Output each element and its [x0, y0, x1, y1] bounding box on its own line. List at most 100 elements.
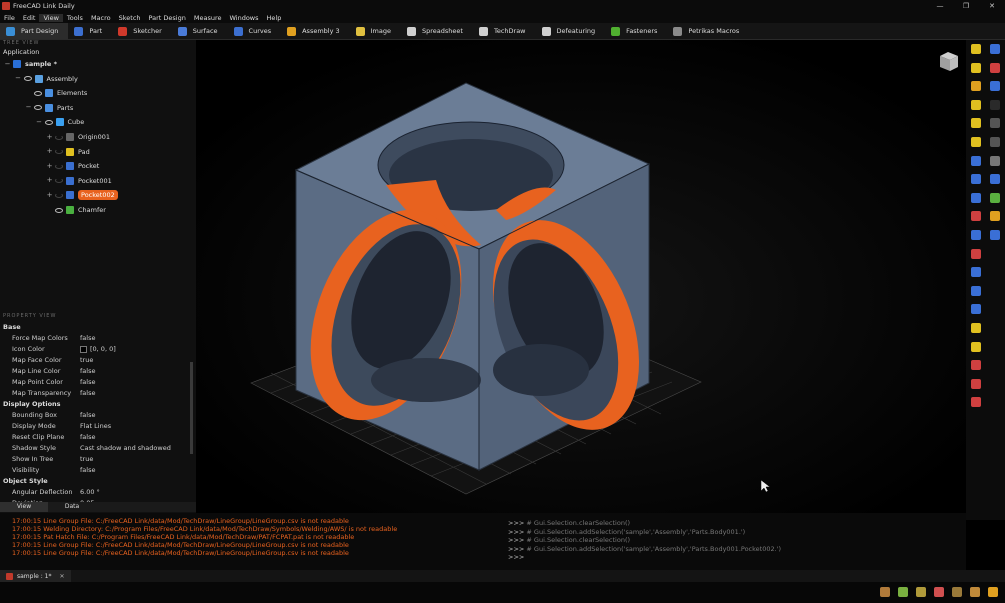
python-console[interactable]: >>> # Gui.Selection.clearSelection() >>> …	[500, 513, 966, 570]
expand-icon[interactable]: +	[46, 191, 53, 199]
toolbar-tool-icon[interactable]	[971, 341, 981, 352]
toolbar-tool-icon[interactable]	[971, 137, 981, 147]
visibility-eye-icon[interactable]	[55, 192, 63, 198]
menu-view[interactable]: View	[39, 13, 63, 22]
toolbar-tool-icon[interactable]	[990, 230, 1000, 240]
tab-fasteners[interactable]: Fasteners	[605, 23, 667, 39]
visibility-eye-icon[interactable]	[34, 90, 42, 96]
tab-part-design[interactable]: Part Design	[0, 23, 69, 39]
tab-curves[interactable]: Curves	[228, 23, 282, 39]
tab-spreadsheet[interactable]: Spreadsheet	[401, 23, 473, 39]
tree-item-elements[interactable]: Elements	[25, 86, 87, 100]
property-value[interactable]: true	[80, 355, 93, 366]
menu-macro[interactable]: Macro	[87, 14, 115, 22]
toolbar-tool-icon[interactable]	[971, 230, 981, 240]
collapse-icon[interactable]: −	[15, 75, 22, 82]
tree-item-chamfer[interactable]: Chamfer	[46, 203, 106, 217]
property-row-display-mode[interactable]: Display Mode Flat Lines	[0, 421, 190, 432]
property-row-map-point-color[interactable]: Map Point Color false	[0, 377, 190, 388]
toolbar-tool-icon[interactable]	[971, 99, 981, 110]
menu-tools[interactable]: Tools	[63, 14, 87, 22]
property-value[interactable]: false	[80, 366, 95, 377]
tab-techdraw[interactable]: TechDraw	[473, 23, 536, 39]
toolbar-tool-icon[interactable]	[971, 267, 981, 278]
property-row-map-line-color[interactable]: Map Line Color false	[0, 366, 190, 377]
collapse-icon[interactable]: −	[36, 118, 43, 126]
property-row-bounding-box[interactable]: Bounding Box false	[0, 410, 190, 421]
menu-help[interactable]: Help	[263, 14, 286, 22]
property-row-map-face-color[interactable]: Map Face Color true	[0, 355, 190, 366]
tab-part[interactable]: Part	[68, 23, 112, 39]
toolbar-tool-icon[interactable]	[971, 81, 981, 92]
tree-item-assembly[interactable]: − Assembly	[15, 72, 78, 86]
property-value[interactable]: false	[80, 410, 95, 421]
tab-data[interactable]: Data	[48, 502, 96, 512]
toolbar-tool-icon[interactable]	[971, 174, 981, 185]
toolbar-tool-icon[interactable]	[971, 323, 981, 333]
toolbar-tool-icon[interactable]	[990, 44, 1000, 54]
property-row-shadow-style[interactable]: Shadow Style Cast shadow and shadowed	[0, 443, 190, 454]
property-group-base[interactable]: Base	[0, 322, 190, 333]
property-value[interactable]: true	[80, 454, 93, 465]
property-row-map-transparency[interactable]: Map Transparency false	[0, 388, 190, 399]
visibility-eye-icon[interactable]	[23, 76, 32, 82]
property-row-reset-clip-plane[interactable]: Reset Clip Plane false	[0, 432, 190, 443]
maximize-button[interactable]: ❐	[953, 0, 979, 12]
tree-item-cube[interactable]: − Cube	[36, 115, 84, 129]
menu-measure[interactable]: Measure	[190, 14, 226, 22]
status-icon-4[interactable]	[934, 587, 944, 597]
toolbar-tool-icon[interactable]	[971, 360, 981, 371]
expand-icon[interactable]: +	[46, 177, 53, 184]
property-group-display-options[interactable]: Display Options	[0, 399, 190, 410]
collapse-icon[interactable]: −	[25, 104, 32, 111]
property-row-icon-color[interactable]: Icon Color [0, 0, 0]	[0, 344, 190, 355]
property-group-object-style[interactable]: Object Style	[0, 476, 190, 487]
visibility-eye-icon[interactable]	[44, 119, 53, 125]
toolbar-tool-icon[interactable]	[990, 137, 1000, 147]
tree-item-sample[interactable]: − sample *	[4, 57, 57, 71]
expand-icon[interactable]: +	[46, 162, 53, 170]
tab-view[interactable]: View	[0, 502, 48, 512]
toolbar-tool-icon[interactable]	[971, 192, 981, 203]
menu-windows[interactable]: Windows	[225, 14, 262, 22]
toolbar-tool-icon[interactable]	[971, 304, 981, 315]
toolbar-tool-icon[interactable]	[990, 62, 1000, 73]
tree-item-origin001[interactable]: + Origin001	[46, 130, 110, 144]
expand-icon[interactable]: +	[46, 148, 53, 155]
visibility-eye-icon[interactable]	[55, 163, 63, 169]
property-row-show-in-tree[interactable]: Show In Tree true	[0, 454, 190, 465]
document-tab-sample[interactable]: sample : 1* ✕	[0, 570, 71, 582]
property-value[interactable]: 6.00 °	[80, 487, 100, 498]
collapse-icon[interactable]: −	[4, 60, 11, 68]
visibility-eye-icon[interactable]	[55, 207, 63, 213]
status-icon-7[interactable]	[988, 587, 998, 597]
expand-icon[interactable]: +	[46, 133, 53, 141]
property-row-force-map-colors[interactable]: Force Map Colors false	[0, 333, 190, 344]
property-scrollbar[interactable]	[190, 362, 193, 454]
3d-viewport[interactable]	[196, 40, 966, 513]
toolbar-tool-icon[interactable]	[971, 285, 981, 296]
tree-item-pocket001[interactable]: + Pocket001	[46, 174, 112, 188]
toolbar-tool-icon[interactable]	[971, 62, 981, 73]
minimize-button[interactable]: —	[927, 0, 953, 12]
color-swatch[interactable]	[80, 346, 87, 353]
close-button[interactable]: ✕	[979, 0, 1005, 12]
property-value[interactable]: false	[80, 432, 95, 443]
status-icon-1[interactable]	[880, 587, 890, 597]
tree-item-parts[interactable]: − Parts	[25, 101, 73, 115]
tab-sketcher[interactable]: Sketcher	[112, 23, 172, 39]
status-icon-3[interactable]	[916, 587, 926, 597]
property-value[interactable]: Cast shadow and shadowed	[80, 443, 171, 454]
toolbar-tool-icon[interactable]	[971, 44, 981, 54]
tab-petrikas-macros[interactable]: Petrikas Macros	[667, 23, 749, 39]
toolbar-tool-icon[interactable]	[971, 248, 981, 259]
tab-image[interactable]: Image	[350, 23, 401, 39]
toolbar-tool-icon[interactable]	[971, 211, 981, 222]
visibility-eye-icon[interactable]	[55, 134, 63, 140]
status-icon-2[interactable]	[898, 587, 908, 597]
status-icon-6[interactable]	[970, 587, 980, 597]
toolbar-tool-icon[interactable]	[990, 174, 1000, 185]
property-value[interactable]: [0, 0, 0]	[80, 344, 116, 355]
property-value[interactable]: false	[80, 333, 95, 344]
visibility-eye-icon[interactable]	[55, 149, 63, 155]
